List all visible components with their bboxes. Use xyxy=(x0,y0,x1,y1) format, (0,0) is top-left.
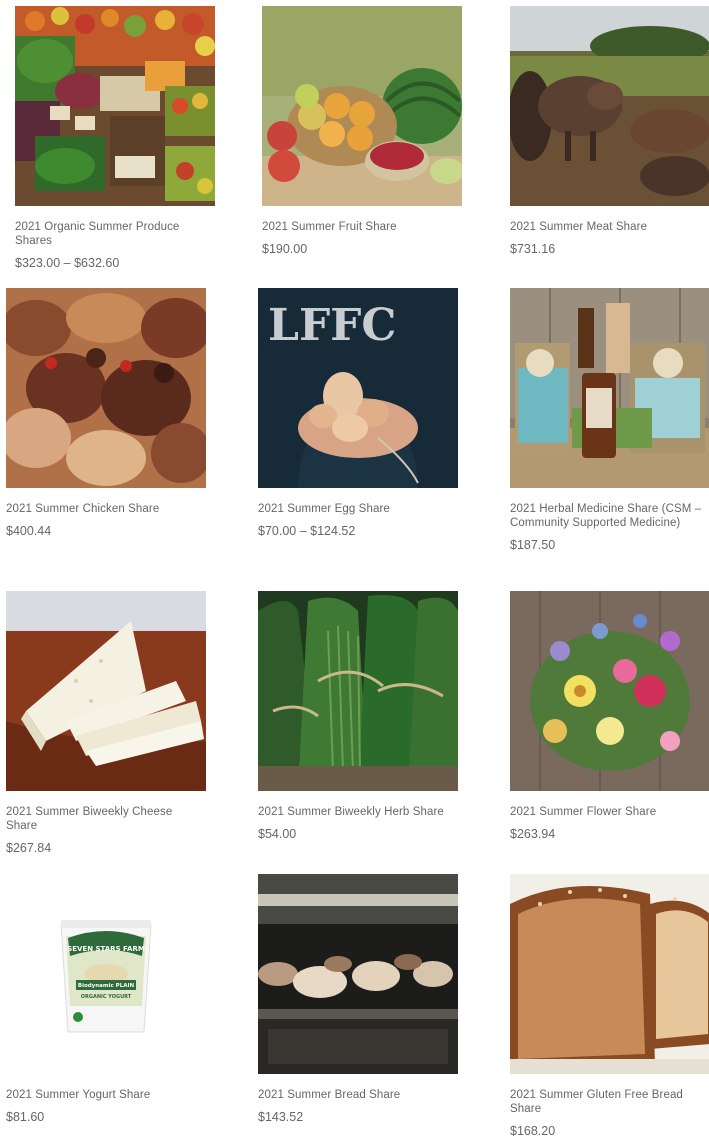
product-title[interactable]: 2021 Summer Chicken Share xyxy=(6,502,206,516)
product-card-bread[interactable]: 2021 Summer Bread Share $143.52 xyxy=(258,874,458,1124)
product-title[interactable]: 2021 Summer Egg Share xyxy=(258,502,458,516)
product-card-cheese[interactable]: 2021 Summer Biweekly Cheese Share $267.8… xyxy=(6,591,206,855)
product-price: $187.50 xyxy=(510,538,556,552)
product-price: $400.44 xyxy=(6,524,52,538)
product-title[interactable]: 2021 Summer Meat Share xyxy=(510,220,709,234)
yogurt-variety-text: Biodynamic PLAIN xyxy=(78,983,135,989)
product-card-chicken[interactable]: 2021 Summer Chicken Share $400.44 xyxy=(6,288,206,538)
product-card-herb[interactable]: 2021 Summer Biweekly Herb Share $54.00 xyxy=(258,591,458,841)
product-price: $267.84 xyxy=(6,841,52,855)
product-title[interactable]: 2021 Summer Bread Share xyxy=(258,1088,458,1102)
herbal-medicine-bottles-photo[interactable] xyxy=(510,288,709,488)
product-card-meat[interactable]: 2021 Summer Meat Share $731.16 xyxy=(510,6,709,256)
gluten-free-bread-photo[interactable] xyxy=(510,874,709,1074)
product-card-gluten-free-bread[interactable]: 2021 Summer Gluten Free Bread Share $168… xyxy=(510,874,709,1138)
product-card-produce[interactable]: 2021 Organic Summer Produce Shares $323.… xyxy=(15,6,215,270)
product-price: $263.94 xyxy=(510,827,556,841)
product-title[interactable]: 2021 Summer Gluten Free Bread Share xyxy=(510,1088,709,1116)
product-title[interactable]: 2021 Summer Yogurt Share xyxy=(6,1088,206,1102)
product-title[interactable]: 2021 Summer Biweekly Herb Share xyxy=(258,805,458,819)
product-price: $54.00 xyxy=(258,827,297,841)
product-price: $731.16 xyxy=(510,242,556,256)
bread-oven-photo[interactable] xyxy=(258,874,458,1074)
product-title[interactable]: 2021 Summer Biweekly Cheese Share xyxy=(6,805,206,833)
product-card-fruit[interactable]: 2021 Summer Fruit Share $190.00 xyxy=(262,6,462,256)
yogurt-tub-photo[interactable]: SEVEN STARS FARM Biodynamic PLAIN ORGANI… xyxy=(6,874,206,1074)
yogurt-type-text: ORGANIC YOGURT xyxy=(81,994,132,1000)
product-card-yogurt[interactable]: SEVEN STARS FARM Biodynamic PLAIN ORGANI… xyxy=(6,874,206,1124)
fruit-basket-photo[interactable] xyxy=(262,6,462,206)
product-card-herbal-medicine[interactable]: 2021 Herbal Medicine Share (CSM – Commun… xyxy=(510,288,709,552)
pigs-in-field-photo[interactable] xyxy=(510,6,709,206)
product-price: $190.00 xyxy=(262,242,308,256)
chickens-photo[interactable] xyxy=(6,288,206,488)
product-title[interactable]: 2021 Summer Flower Share xyxy=(510,805,709,819)
product-card-flower[interactable]: 2021 Summer Flower Share $263.94 xyxy=(510,591,709,841)
eggs-in-hands-photo[interactable]: LFFC xyxy=(258,288,458,488)
shirt-lettering: LFFC xyxy=(268,300,396,351)
product-title[interactable]: 2021 Organic Summer Produce Shares xyxy=(15,220,215,248)
product-price: $70.00 – $124.52 xyxy=(258,524,356,538)
flower-bouquet-photo[interactable] xyxy=(510,591,709,791)
product-title[interactable]: 2021 Summer Fruit Share xyxy=(262,220,462,234)
farmers-market-produce-photo[interactable] xyxy=(15,6,215,206)
yogurt-brand-text: SEVEN STARS FARM xyxy=(67,945,145,953)
herb-bundles-photo[interactable] xyxy=(258,591,458,791)
product-title[interactable]: 2021 Herbal Medicine Share (CSM – Commun… xyxy=(510,502,709,530)
product-price: $323.00 – $632.60 xyxy=(15,256,120,270)
product-price: $143.52 xyxy=(258,1110,304,1124)
product-price: $168.20 xyxy=(510,1124,556,1138)
product-price: $81.60 xyxy=(6,1110,45,1124)
product-card-egg[interactable]: LFFC 2021 Summer Egg Share $70.00 – $124… xyxy=(258,288,458,538)
cheese-wedge-photo[interactable] xyxy=(6,591,206,791)
